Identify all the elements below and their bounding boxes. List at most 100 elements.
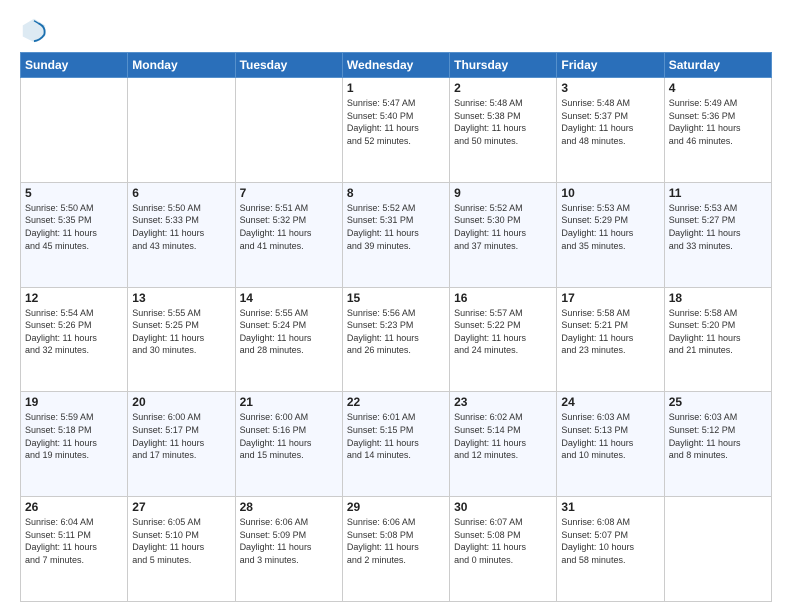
cell-info-text: Sunrise: 5:47 AM Sunset: 5:40 PM Dayligh… (347, 97, 445, 147)
calendar-week-4: 19 Sunrise: 5:59 AM Sunset: 5:18 PM Dayli… (21, 392, 772, 497)
calendar-cell: 20Sunrise: 6:00 AM Sunset: 5:17 PM Dayli… (128, 392, 235, 497)
cell-date-number: 30 (454, 500, 552, 514)
cell-info-text: Sunrise: 5:50 AM Sunset: 5:33 PM Dayligh… (132, 202, 230, 252)
day-header-sunday: Sunday (21, 53, 128, 78)
cell-date-number: 22 (347, 395, 445, 409)
cell-date-number: 20 (132, 395, 230, 409)
calendar-cell: 5 Sunrise: 5:50 AM Sunset: 5:35 PM Daylig… (21, 182, 128, 287)
cell-date-number: 1 (347, 81, 445, 95)
calendar-cell: 1 Sunrise: 5:47 AM Sunset: 5:40 PM Daylig… (342, 78, 449, 183)
calendar-cell: 25Sunrise: 6:03 AM Sunset: 5:12 PM Dayli… (664, 392, 771, 497)
cell-info-text: Sunrise: 6:05 AM Sunset: 5:10 PM Dayligh… (132, 516, 230, 566)
calendar-cell: 27 Sunrise: 6:05 AM Sunset: 5:10 PM Dayli… (128, 497, 235, 602)
cell-info-text: Sunrise: 6:08 AM Sunset: 5:07 PM Dayligh… (561, 516, 659, 566)
calendar-cell (128, 78, 235, 183)
calendar-cell: 4 Sunrise: 5:49 AM Sunset: 5:36 PM Daylig… (664, 78, 771, 183)
calendar-cell: 10 Sunrise: 5:53 AM Sunset: 5:29 PM Dayli… (557, 182, 664, 287)
cell-date-number: 6 (132, 186, 230, 200)
calendar-cell (235, 78, 342, 183)
day-header-wednesday: Wednesday (342, 53, 449, 78)
calendar-header-row: SundayMondayTuesdayWednesdayThursdayFrid… (21, 53, 772, 78)
cell-info-text: Sunrise: 5:59 AM Sunset: 5:18 PM Dayligh… (25, 411, 123, 461)
calendar-cell: 28Sunrise: 6:06 AM Sunset: 5:09 PM Dayli… (235, 497, 342, 602)
cell-date-number: 12 (25, 291, 123, 305)
cell-info-text: Sunrise: 5:48 AM Sunset: 5:37 PM Dayligh… (561, 97, 659, 147)
cell-info-text: Sunrise: 5:55 AM Sunset: 5:24 PM Dayligh… (240, 307, 338, 357)
cell-info-text: Sunrise: 5:54 AM Sunset: 5:26 PM Dayligh… (25, 307, 123, 357)
cell-date-number: 13 (132, 291, 230, 305)
cell-info-text: Sunrise: 5:57 AM Sunset: 5:22 PM Dayligh… (454, 307, 552, 357)
day-header-tuesday: Tuesday (235, 53, 342, 78)
calendar-cell: 18 Sunrise: 5:58 AM Sunset: 5:20 PM Dayli… (664, 287, 771, 392)
calendar-cell: 23 Sunrise: 6:02 AM Sunset: 5:14 PM Dayli… (450, 392, 557, 497)
cell-info-text: Sunrise: 5:50 AM Sunset: 5:35 PM Dayligh… (25, 202, 123, 252)
calendar-cell: 3 Sunrise: 5:48 AM Sunset: 5:37 PM Daylig… (557, 78, 664, 183)
cell-date-number: 21 (240, 395, 338, 409)
calendar-cell: 19 Sunrise: 5:59 AM Sunset: 5:18 PM Dayli… (21, 392, 128, 497)
cell-info-text: Sunrise: 5:49 AM Sunset: 5:36 PM Dayligh… (669, 97, 767, 147)
cell-info-text: Sunrise: 5:53 AM Sunset: 5:27 PM Dayligh… (669, 202, 767, 252)
cell-date-number: 2 (454, 81, 552, 95)
calendar-cell: 29Sunrise: 6:06 AM Sunset: 5:08 PM Dayli… (342, 497, 449, 602)
cell-info-text: Sunrise: 5:58 AM Sunset: 5:20 PM Dayligh… (669, 307, 767, 357)
calendar-cell: 15 Sunrise: 5:56 AM Sunset: 5:23 PM Dayli… (342, 287, 449, 392)
cell-date-number: 10 (561, 186, 659, 200)
cell-info-text: Sunrise: 6:03 AM Sunset: 5:12 PM Dayligh… (669, 411, 767, 461)
calendar-table: SundayMondayTuesdayWednesdayThursdayFrid… (20, 52, 772, 602)
cell-date-number: 17 (561, 291, 659, 305)
cell-info-text: Sunrise: 6:02 AM Sunset: 5:14 PM Dayligh… (454, 411, 552, 461)
cell-date-number: 24 (561, 395, 659, 409)
cell-date-number: 4 (669, 81, 767, 95)
calendar-week-5: 26 Sunrise: 6:04 AM Sunset: 5:11 PM Dayli… (21, 497, 772, 602)
calendar-cell (21, 78, 128, 183)
cell-date-number: 31 (561, 500, 659, 514)
day-header-saturday: Saturday (664, 53, 771, 78)
cell-info-text: Sunrise: 5:55 AM Sunset: 5:25 PM Dayligh… (132, 307, 230, 357)
cell-date-number: 19 (25, 395, 123, 409)
cell-info-text: Sunrise: 5:51 AM Sunset: 5:32 PM Dayligh… (240, 202, 338, 252)
cell-info-text: Sunrise: 6:04 AM Sunset: 5:11 PM Dayligh… (25, 516, 123, 566)
calendar-cell: 7 Sunrise: 5:51 AM Sunset: 5:32 PM Daylig… (235, 182, 342, 287)
cell-date-number: 29 (347, 500, 445, 514)
calendar-week-1: 1 Sunrise: 5:47 AM Sunset: 5:40 PM Daylig… (21, 78, 772, 183)
calendar-cell: 22Sunrise: 6:01 AM Sunset: 5:15 PM Dayli… (342, 392, 449, 497)
cell-info-text: Sunrise: 5:53 AM Sunset: 5:29 PM Dayligh… (561, 202, 659, 252)
calendar-cell: 21 Sunrise: 6:00 AM Sunset: 5:16 PM Dayli… (235, 392, 342, 497)
header (20, 16, 772, 44)
calendar-cell: 16 Sunrise: 5:57 AM Sunset: 5:22 PM Dayli… (450, 287, 557, 392)
logo (20, 16, 52, 44)
calendar-cell: 24 Sunrise: 6:03 AM Sunset: 5:13 PM Dayli… (557, 392, 664, 497)
cell-date-number: 5 (25, 186, 123, 200)
calendar-cell: 11Sunrise: 5:53 AM Sunset: 5:27 PM Dayli… (664, 182, 771, 287)
day-header-thursday: Thursday (450, 53, 557, 78)
calendar-cell: 2Sunrise: 5:48 AM Sunset: 5:38 PM Daylig… (450, 78, 557, 183)
calendar-cell: 17Sunrise: 5:58 AM Sunset: 5:21 PM Dayli… (557, 287, 664, 392)
cell-date-number: 16 (454, 291, 552, 305)
cell-info-text: Sunrise: 6:03 AM Sunset: 5:13 PM Dayligh… (561, 411, 659, 461)
cell-date-number: 3 (561, 81, 659, 95)
calendar-cell: 9Sunrise: 5:52 AM Sunset: 5:30 PM Daylig… (450, 182, 557, 287)
cell-date-number: 7 (240, 186, 338, 200)
calendar-cell: 8Sunrise: 5:52 AM Sunset: 5:31 PM Daylig… (342, 182, 449, 287)
day-header-friday: Friday (557, 53, 664, 78)
cell-date-number: 18 (669, 291, 767, 305)
calendar-cell: 12 Sunrise: 5:54 AM Sunset: 5:26 PM Dayli… (21, 287, 128, 392)
calendar-cell: 26 Sunrise: 6:04 AM Sunset: 5:11 PM Dayli… (21, 497, 128, 602)
cell-date-number: 15 (347, 291, 445, 305)
cell-date-number: 9 (454, 186, 552, 200)
calendar-cell: 14Sunrise: 5:55 AM Sunset: 5:24 PM Dayli… (235, 287, 342, 392)
logo-icon (20, 16, 48, 44)
cell-date-number: 8 (347, 186, 445, 200)
calendar-week-3: 12 Sunrise: 5:54 AM Sunset: 5:26 PM Dayli… (21, 287, 772, 392)
calendar-cell: 31 Sunrise: 6:08 AM Sunset: 5:07 PM Dayli… (557, 497, 664, 602)
cell-info-text: Sunrise: 5:56 AM Sunset: 5:23 PM Dayligh… (347, 307, 445, 357)
cell-date-number: 23 (454, 395, 552, 409)
day-header-monday: Monday (128, 53, 235, 78)
calendar-cell (664, 497, 771, 602)
cell-info-text: Sunrise: 6:07 AM Sunset: 5:08 PM Dayligh… (454, 516, 552, 566)
cell-date-number: 26 (25, 500, 123, 514)
cell-info-text: Sunrise: 6:00 AM Sunset: 5:16 PM Dayligh… (240, 411, 338, 461)
cell-date-number: 27 (132, 500, 230, 514)
cell-date-number: 28 (240, 500, 338, 514)
calendar-cell: 13 Sunrise: 5:55 AM Sunset: 5:25 PM Dayli… (128, 287, 235, 392)
